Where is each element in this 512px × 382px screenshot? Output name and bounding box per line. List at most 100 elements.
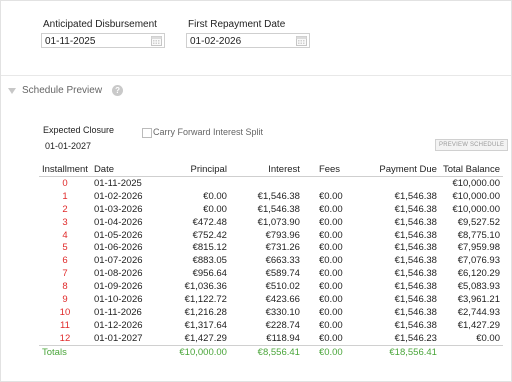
cell-payment-due: €1,546.38 [394,203,437,215]
table-row: 2 01-03-2026 €0.00 €1,546.38 €0.00 €1,546.38 €… [39,203,503,216]
cell-interest: €731.26 [265,242,300,254]
cell-principal: €0.00 [203,190,227,202]
section-divider [1,75,511,76]
cell-fees: €0.00 [318,281,343,293]
cell-installment: 8 [62,281,68,293]
column-header-fees: Fees [302,163,360,177]
cell-fees: €0.00 [318,332,343,344]
cell-fees [303,177,360,190]
collapse-triangle-icon[interactable] [8,87,16,94]
totals-balance-empty [439,344,503,359]
cell-date: 01-08-2026 [93,268,143,280]
table-row: 12 01-01-2027 €1,427.29 €118.94 €0.00 €1,546.… [39,332,503,345]
table-row: 5 01-06-2026 €815.12 €731.26 €0.00 €1,546.38 €… [39,241,503,254]
cell-date: 01-03-2026 [93,203,143,215]
cell-interest: €330.10 [265,306,300,318]
cell-date: 01-07-2026 [93,255,143,267]
totals-interest: €8,556.41 [229,344,303,359]
cell-payment-due: €1,546.38 [394,190,437,202]
totals-fees: €0.00 [302,344,360,359]
cell-interest: €118.94 [266,332,300,344]
cell-installment: 4 [62,229,68,241]
table-row: 8 01-09-2026 €1,036.36 €510.02 €0.00 €1,546.3… [39,280,503,293]
cell-total-balance: €6,120.29 [457,268,500,280]
totals-payment-due: €18,556.41 [359,344,440,359]
cell-installment: 3 [62,216,68,228]
cell-fees: €0.00 [318,319,343,331]
schedule-table: Installment Date Principal Interest Fees… [39,163,503,359]
column-header-principal: Principal [158,163,230,177]
cell-payment-due: €1,546.38 [394,242,437,254]
cell-fees: €0.00 [318,293,343,305]
schedule-preview-title: Schedule Preview [22,85,103,96]
cell-interest: €589.74 [265,268,300,280]
expected-closure-label: Expected Closure [43,125,115,135]
cell-total-balance: €3,961.21 [457,293,500,305]
carry-forward-label: Carry Forward Interest Split [153,127,264,137]
totals-label: Totals [39,344,91,359]
cell-date: 01-11-2025 [93,177,142,189]
cell-total-balance: €10,000.00 [452,203,500,215]
cell-date: 01-05-2026 [93,229,143,241]
cell-principal: €1,427.29 [184,332,227,344]
cell-total-balance: €2,744.93 [457,306,500,318]
cell-payment-due: €1,546.38 [394,268,437,280]
cell-date: 01-09-2026 [93,281,143,293]
table-row: 7 01-08-2026 €956.64 €589.74 €0.00 €1,546.38 €… [39,267,503,280]
disbursement-date-value: 01-11-2025 [45,36,96,47]
cell-principal: €0.00 [203,203,227,215]
cell-interest: €1,073.90 [257,216,300,228]
cell-total-balance: €10,000.00 [452,177,500,189]
cell-interest: €510.02 [265,281,300,293]
table-header-row: Installment Date Principal Interest Fees… [39,163,503,177]
totals-principal: €10,000.00 [158,344,230,359]
column-header-date: Date [90,163,159,177]
cell-fees: €0.00 [318,216,343,228]
loan-schedule-panel: Anticipated Disbursement 01-11-2025 Firs… [0,0,512,382]
expected-closure-value: 01-01-2027 [45,141,92,151]
cell-installment: 7 [62,268,68,280]
first-repayment-date-input[interactable]: 01-02-2026 [186,33,310,48]
cell-installment: 9 [62,293,68,305]
disbursement-date-input[interactable]: 01-11-2025 [41,33,165,48]
cell-date: 01-02-2026 [93,190,143,202]
calendar-icon[interactable] [151,35,162,46]
cell-principal [159,177,230,190]
cell-interest: €423.66 [265,293,300,305]
cell-total-balance: €5,083.93 [457,281,500,293]
cell-date: 01-12-2026 [93,319,143,331]
cell-date: 01-04-2026 [93,216,143,228]
cell-payment-due: €1,546.38 [394,281,437,293]
cell-interest: €663.33 [265,255,300,267]
totals-date-empty [90,344,159,359]
cell-installment: 12 [59,332,71,344]
cell-fees: €0.00 [318,190,343,202]
cell-principal: €1,216.28 [184,306,227,318]
cell-total-balance: €0.00 [476,332,500,344]
cell-payment-due: €1,546.38 [394,293,437,305]
first-repayment-date-value: 01-02-2026 [190,36,242,47]
cell-interest: €1,546.38 [257,190,300,202]
table-row: 3 01-04-2026 €472.48 €1,073.90 €0.00 €1,546.3… [39,216,503,229]
cell-installment: 10 [59,306,71,318]
cell-principal: €1,317.64 [184,319,227,331]
totals-row: Totals €10,000.00 €8,556.41 €0.00 €18,55… [39,344,503,359]
preview-schedule-button[interactable]: PREVIEW SCHEDULE [435,139,509,151]
cell-fees: €0.00 [318,268,343,280]
carry-forward-checkbox[interactable] [142,128,152,138]
help-icon[interactable]: ? [112,85,124,96]
cell-payment-due: €1,546.23 [394,332,437,344]
schedule-preview-header[interactable]: Schedule Preview ? [8,85,124,96]
table-row: 4 01-05-2026 €752.42 €793.96 €0.00 €1,546.38 €… [39,229,503,242]
cell-total-balance: €8,775.10 [457,229,500,241]
cell-installment: 1 [62,190,68,202]
cell-payment-due [360,177,440,190]
cell-principal: €1,122.72 [184,293,227,305]
cell-installment: 11 [60,319,70,331]
cell-principal: €956.64 [192,268,227,280]
cell-date: 01-06-2026 [93,242,143,254]
cell-payment-due: €1,546.38 [394,319,437,331]
column-header-interest: Interest [229,163,303,177]
calendar-icon[interactable] [296,35,307,46]
cell-principal: €883.05 [192,255,227,267]
